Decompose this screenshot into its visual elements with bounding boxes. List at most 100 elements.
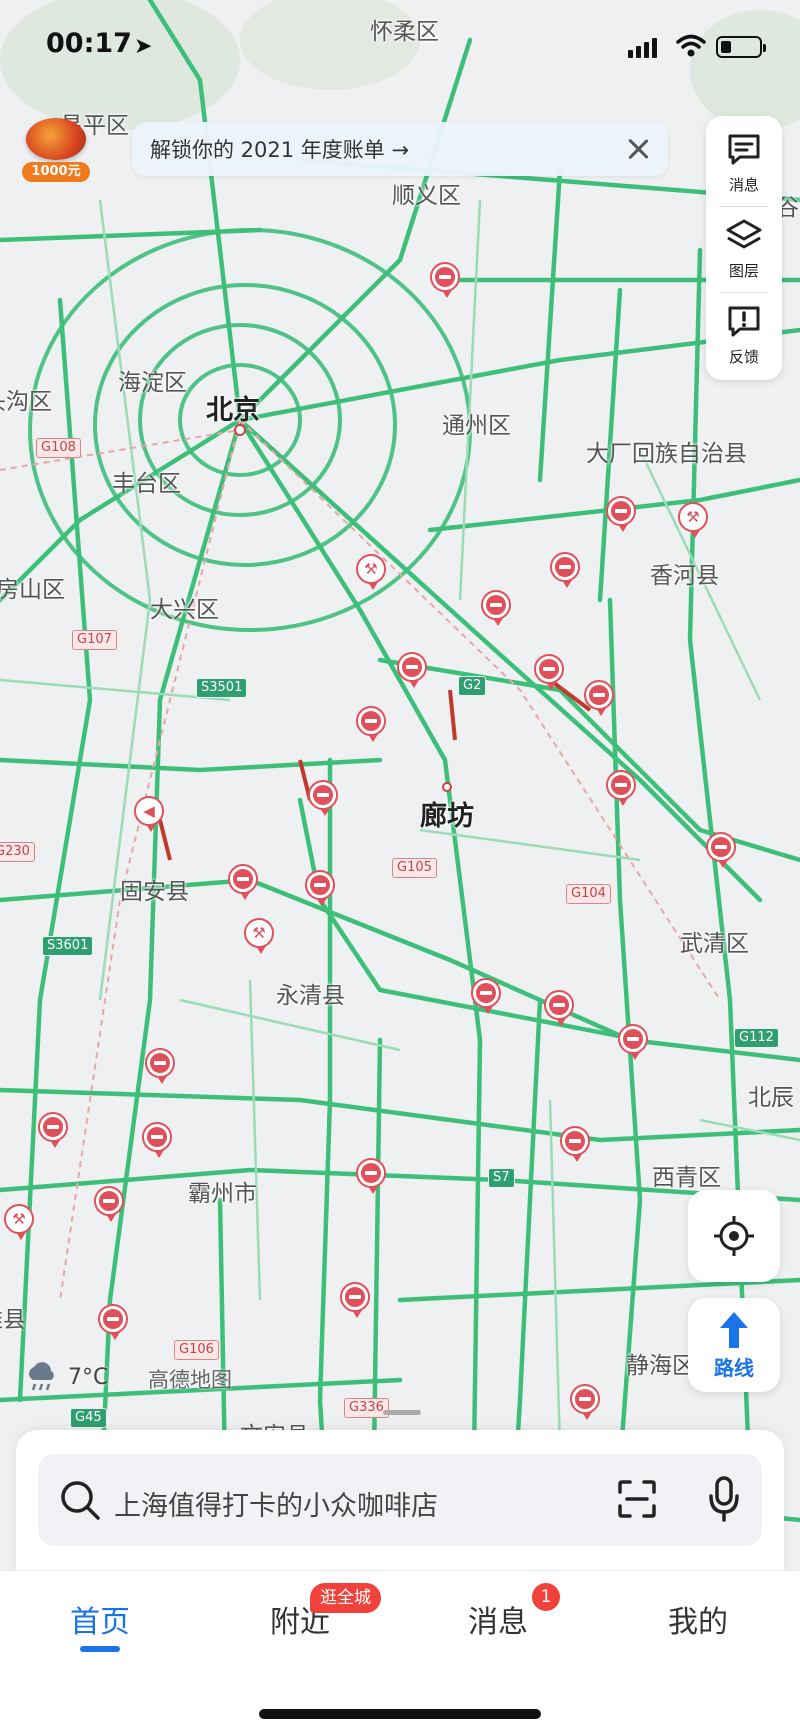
road-closure-marker[interactable] bbox=[340, 1282, 370, 1322]
road-badge: G230 bbox=[0, 842, 35, 862]
road-closure-marker[interactable] bbox=[308, 780, 338, 820]
no-entry-icon bbox=[575, 1389, 595, 1409]
food-dish-icon bbox=[26, 118, 86, 160]
promo-reward-thumbnail[interactable]: 1000元 bbox=[20, 110, 92, 182]
road-closure-marker[interactable] bbox=[94, 1186, 124, 1226]
no-entry-icon bbox=[611, 501, 631, 521]
no-entry-icon bbox=[539, 659, 559, 679]
place-label: 房山区 bbox=[0, 577, 65, 603]
banner-text: 解锁你的 2021 年度账单 → bbox=[150, 138, 410, 162]
place-label: 海淀区 bbox=[118, 370, 187, 396]
road-badge: G2 bbox=[458, 676, 487, 696]
bottom-tab-bar: 首页 附近 逛全城 消息 1 我的 bbox=[0, 1570, 800, 1731]
place-label: 通州区 bbox=[442, 413, 511, 439]
toolbar-label: 反馈 bbox=[728, 347, 759, 366]
home-indicator bbox=[259, 1709, 541, 1719]
tab-mine[interactable]: 我的 bbox=[668, 1597, 728, 1641]
road-closure-marker[interactable] bbox=[606, 770, 636, 810]
road-closure-marker[interactable] bbox=[570, 1384, 600, 1424]
road-badge: S7 bbox=[488, 1168, 515, 1188]
no-entry-icon bbox=[435, 267, 455, 287]
road-badge: G336 bbox=[344, 1398, 389, 1418]
scan-icon[interactable] bbox=[616, 1478, 658, 1520]
map-toolbar: 消息 图层 反馈 bbox=[706, 116, 782, 380]
road-badge: S3601 bbox=[42, 936, 94, 956]
no-entry-icon bbox=[361, 711, 381, 731]
road-badge: S3501 bbox=[196, 678, 248, 698]
place-label: 大兴区 bbox=[150, 597, 219, 623]
road-closure-marker[interactable] bbox=[534, 654, 564, 694]
no-entry-icon bbox=[611, 775, 631, 795]
no-entry-icon bbox=[345, 1287, 365, 1307]
road-closure-marker[interactable] bbox=[145, 1048, 175, 1088]
construction-marker[interactable]: ⚒ bbox=[678, 502, 708, 542]
weather-widget[interactable]: 7°C bbox=[24, 1362, 108, 1392]
place-label: 静海区 bbox=[626, 1353, 695, 1379]
locate-me-button[interactable] bbox=[688, 1190, 780, 1282]
city-label-beijing: 北京 bbox=[206, 395, 260, 426]
no-entry-icon bbox=[361, 1163, 381, 1183]
toolbar-layers-button[interactable]: 图层 bbox=[706, 206, 782, 290]
road-closure-marker[interactable] bbox=[544, 990, 574, 1030]
road-closure-marker[interactable] bbox=[430, 262, 460, 302]
road-closure-marker[interactable] bbox=[618, 1024, 648, 1064]
road-closure-marker[interactable] bbox=[228, 864, 258, 904]
battery-icon bbox=[716, 36, 766, 58]
weather-temperature: 7°C bbox=[68, 1364, 109, 1390]
message-icon bbox=[728, 134, 760, 164]
road-closure-marker[interactable] bbox=[38, 1112, 68, 1152]
road-closure-marker[interactable] bbox=[98, 1304, 128, 1344]
no-entry-icon bbox=[476, 983, 496, 1003]
road-badge: G108 bbox=[36, 438, 81, 458]
road-closure-marker[interactable] bbox=[356, 1158, 386, 1198]
place-label: 顺义区 bbox=[392, 183, 461, 209]
microphone-icon[interactable] bbox=[708, 1476, 740, 1522]
close-icon[interactable] bbox=[624, 135, 652, 163]
road-closure-marker[interactable] bbox=[481, 590, 511, 630]
route-button[interactable]: 路线 bbox=[688, 1298, 780, 1392]
cloud-rain-icon bbox=[29, 1362, 54, 1391]
construction-icon: ⚒ bbox=[686, 507, 700, 526]
no-entry-icon bbox=[43, 1117, 63, 1137]
road-closure-marker[interactable] bbox=[560, 1126, 590, 1166]
place-label: 丰台区 bbox=[112, 471, 181, 497]
road-closure-marker[interactable] bbox=[142, 1122, 172, 1162]
no-entry-icon bbox=[150, 1053, 170, 1073]
promo-amount: 1000元 bbox=[22, 162, 90, 182]
feedback-icon bbox=[728, 306, 760, 336]
annual-bill-banner[interactable]: 解锁你的 2021 年度账单 → bbox=[132, 122, 668, 176]
toolbar-label: 图层 bbox=[728, 261, 759, 280]
place-label: 固安县 bbox=[120, 879, 189, 905]
no-entry-icon bbox=[549, 995, 569, 1015]
road-closure-marker[interactable] bbox=[356, 706, 386, 746]
place-label: 门头沟区 bbox=[0, 389, 52, 415]
road-closure-marker[interactable] bbox=[706, 832, 736, 872]
road-closure-marker[interactable] bbox=[584, 680, 614, 720]
no-entry-icon bbox=[233, 869, 253, 889]
road-closure-marker[interactable] bbox=[471, 978, 501, 1018]
search-bar[interactable]: 上海值得打卡的小众咖啡店 bbox=[38, 1454, 762, 1546]
no-entry-icon bbox=[486, 595, 506, 615]
tab-messages[interactable]: 消息 bbox=[468, 1597, 528, 1641]
road-closure-marker[interactable] bbox=[305, 870, 335, 910]
toolbar-messages-button[interactable]: 消息 bbox=[706, 120, 782, 204]
route-arrow-icon bbox=[720, 1311, 748, 1348]
road-closure-marker[interactable] bbox=[550, 552, 580, 592]
tab-home[interactable]: 首页 bbox=[70, 1597, 130, 1641]
route-label: 路线 bbox=[714, 1355, 754, 1380]
road-badge: G112 bbox=[734, 1028, 779, 1048]
speed-camera-marker[interactable]: ◀ bbox=[134, 796, 164, 836]
road-badge: G45 bbox=[70, 1408, 107, 1428]
construction-marker[interactable]: ⚒ bbox=[244, 918, 274, 958]
sheet-drag-handle[interactable] bbox=[383, 1410, 421, 1415]
construction-marker[interactable]: ⚒ bbox=[4, 1204, 34, 1244]
place-label: 霸州市 bbox=[188, 1181, 257, 1207]
toolbar-feedback-button[interactable]: 反馈 bbox=[706, 292, 782, 376]
road-closure-marker[interactable] bbox=[606, 496, 636, 536]
no-entry-icon bbox=[313, 785, 333, 805]
road-closure-marker[interactable] bbox=[397, 652, 427, 692]
construction-marker[interactable]: ⚒ bbox=[356, 554, 386, 594]
place-label: 香河县 bbox=[650, 563, 719, 589]
place-label: 北辰 bbox=[748, 1085, 794, 1111]
no-entry-icon bbox=[711, 837, 731, 857]
